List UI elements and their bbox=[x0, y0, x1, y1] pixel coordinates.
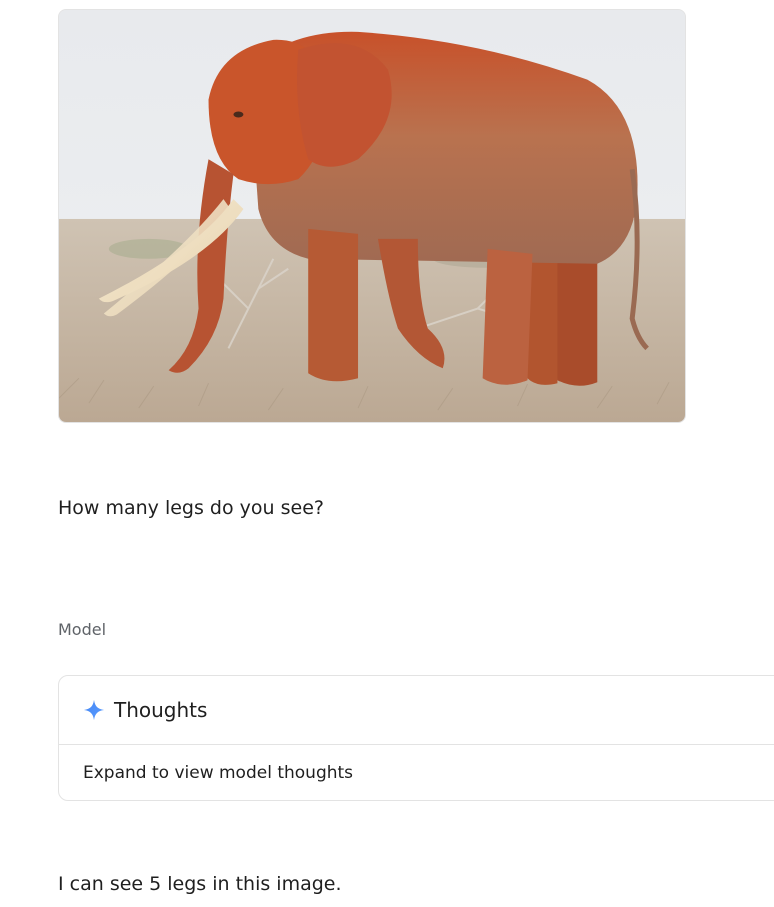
model-label: Model bbox=[58, 620, 107, 639]
attached-elephant-image[interactable] bbox=[58, 9, 686, 423]
thoughts-title: Thoughts bbox=[114, 698, 208, 722]
sparkle-icon bbox=[83, 699, 105, 721]
thoughts-panel[interactable]: Thoughts Expand to view model thoughts bbox=[58, 675, 774, 801]
model-response: I can see 5 legs in this image. bbox=[58, 873, 342, 895]
thoughts-header[interactable]: Thoughts bbox=[59, 676, 774, 745]
expand-thoughts-link[interactable]: Expand to view model thoughts bbox=[59, 745, 774, 800]
elephant-photo bbox=[59, 10, 685, 422]
user-message: How many legs do you see? bbox=[58, 497, 324, 519]
